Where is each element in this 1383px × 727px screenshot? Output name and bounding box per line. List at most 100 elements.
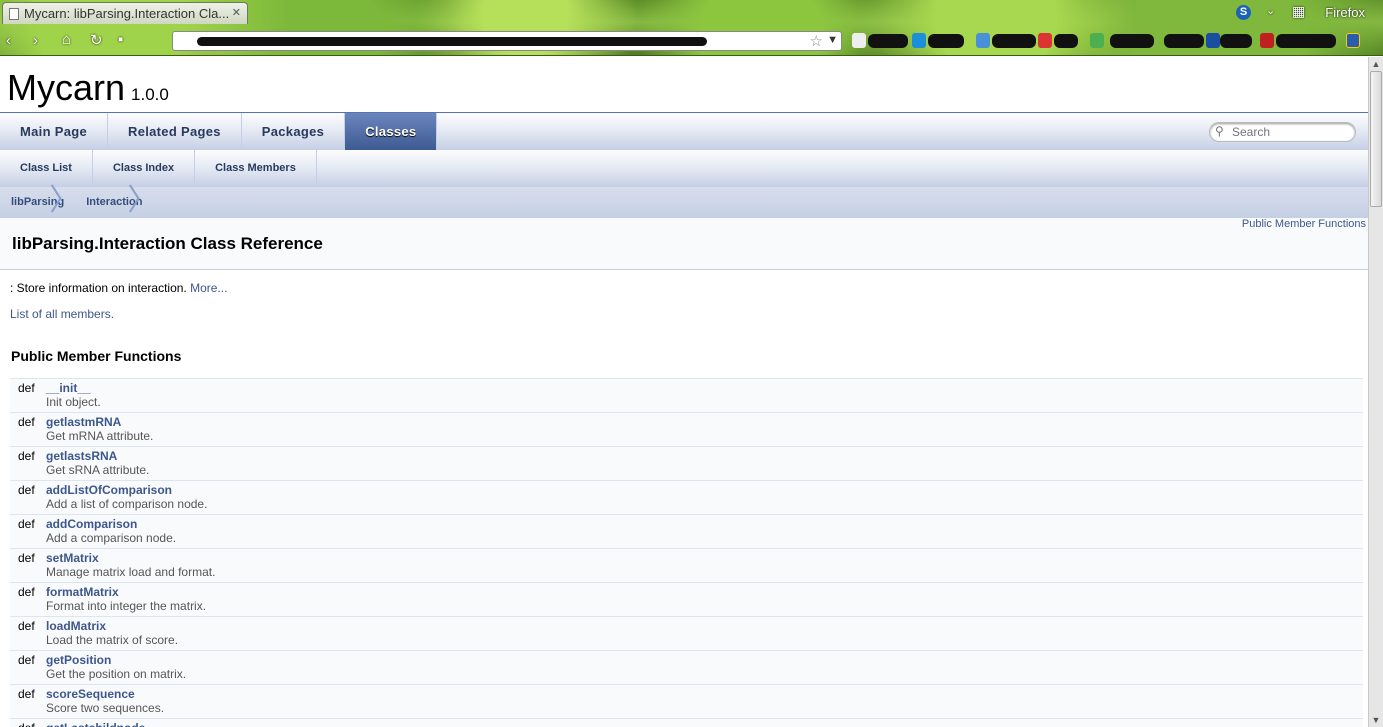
bookmark-shield-icon[interactable]: [976, 33, 990, 48]
redacted-url: [197, 37, 707, 46]
bookmark-item[interactable]: [992, 34, 1036, 48]
search-box[interactable]: ⚲: [1209, 122, 1356, 142]
contents: : Store information on interaction. More…: [0, 270, 1368, 727]
tab-related-pages[interactable]: Related Pages: [108, 113, 242, 150]
member-row: def setMatrix Manage matrix load and forma…: [10, 549, 1363, 583]
bookmark-b-icon[interactable]: [912, 33, 926, 48]
url-dropdown-icon[interactable]: ▼: [827, 34, 838, 46]
member-link[interactable]: setMatrix: [46, 551, 99, 565]
brief-text: : Store information on interaction.: [10, 281, 191, 295]
member-row: def formatMatrix Format into integer the m…: [10, 583, 1363, 617]
scroll-thumb[interactable]: [1370, 71, 1382, 207]
bookmark-extension-icon[interactable]: [1346, 33, 1360, 48]
breadcrumb: libParsing 〉 Interaction 〉: [0, 186, 1368, 218]
member-keyword: def: [18, 653, 35, 667]
summary-link[interactable]: Public Member Functions: [1242, 218, 1366, 230]
member-keyword: def: [18, 381, 35, 395]
sub-nav: Class List Class Index Class Members: [0, 150, 1368, 187]
member-keyword: def: [18, 517, 35, 531]
member-row: def getPosition Get the position on matrix…: [10, 651, 1363, 685]
member-link[interactable]: scoreSequence: [46, 687, 135, 701]
tab-class-members[interactable]: Class Members: [195, 150, 317, 187]
tab-main-page[interactable]: Main Page: [0, 113, 108, 150]
bookmark-google-icon[interactable]: [1090, 33, 1104, 48]
all-members-link[interactable]: List of all members.: [10, 307, 114, 321]
member-keyword: def: [18, 551, 35, 565]
member-link[interactable]: addComparison: [46, 517, 137, 531]
bookmark-item[interactable]: [1276, 34, 1336, 48]
search-icon[interactable]: ⚲: [1215, 124, 1224, 138]
scroll-up-icon[interactable]: ▲: [1369, 57, 1383, 71]
member-description: Add a comparison node.: [46, 531, 177, 545]
back-icon[interactable]: ‹: [6, 32, 11, 49]
member-row: def addListOfComparison Add a list of comp…: [10, 481, 1363, 515]
member-row: def getLastchildnode: [10, 719, 1363, 727]
bookmark-item[interactable]: [1110, 34, 1154, 48]
tab-class-index[interactable]: Class Index: [93, 150, 196, 187]
member-link[interactable]: formatMatrix: [46, 585, 119, 599]
section-heading: Public Member Functions: [11, 348, 182, 364]
more-link[interactable]: More...: [190, 281, 227, 295]
scroll-down-icon[interactable]: ▼: [1369, 713, 1383, 727]
member-description: Get sRNA attribute.: [46, 463, 150, 477]
skype-icon[interactable]: S: [1236, 5, 1251, 20]
scrollbar[interactable]: ▲ ▼: [1368, 57, 1383, 727]
browser-tab[interactable]: Mycarn: libParsing.Interaction Cla... ✕: [2, 2, 248, 24]
breadcrumb-item[interactable]: Interaction 〉: [75, 186, 157, 217]
window-icon[interactable]: ▦: [1292, 3, 1305, 20]
firefox-menu-button[interactable]: Firefox: [1325, 5, 1365, 20]
member-row: def addComparison Add a comparison node.: [10, 515, 1363, 549]
member-description: Add a list of comparison node.: [46, 497, 208, 511]
member-list: def __init__ Init object. def getlastmRNA Get…: [10, 378, 1363, 727]
bookmark-gf-icon[interactable]: [1038, 33, 1052, 48]
member-link[interactable]: getPosition: [46, 653, 111, 667]
member-keyword: def: [18, 483, 35, 497]
bookmark-c-icon[interactable]: [1206, 33, 1220, 48]
forward-icon[interactable]: ›: [33, 32, 38, 49]
member-keyword: def: [18, 687, 35, 701]
bookmarks-icon[interactable]: ▪: [118, 31, 123, 48]
bookmark-item[interactable]: [1164, 34, 1204, 48]
breadcrumb-item[interactable]: libParsing 〉: [0, 186, 79, 217]
bookmarks-toolbar: [852, 32, 1367, 50]
tab-classes[interactable]: Classes: [345, 113, 438, 150]
member-row: def __init__ Init object.: [10, 379, 1363, 413]
url-bar[interactable]: ☆ ▼: [172, 31, 842, 51]
member-keyword: def: [18, 619, 35, 633]
member-row: def loadMatrix Load the matrix of score.: [10, 617, 1363, 651]
member-link[interactable]: loadMatrix: [46, 619, 106, 633]
member-link[interactable]: __init__: [46, 381, 91, 395]
member-description: Get mRNA attribute.: [46, 429, 154, 443]
member-row: def getlastsRNA Get sRNA attribute.: [10, 447, 1363, 481]
tab-class-list[interactable]: Class List: [0, 150, 93, 187]
bookmark-item[interactable]: [1220, 34, 1252, 48]
home-icon[interactable]: ⌂: [62, 31, 71, 48]
bookmark-star-icon[interactable]: ☆: [810, 32, 823, 50]
member-link[interactable]: addListOfComparison: [46, 483, 172, 497]
member-row: def scoreSequence Score two sequences.: [10, 685, 1363, 719]
minimize-icon[interactable]: ⌄: [1266, 4, 1275, 17]
reload-icon[interactable]: ↻: [90, 31, 103, 49]
breadcrumb-separator-icon: 〉: [127, 184, 158, 217]
member-description: Score two sequences.: [46, 701, 165, 715]
bookmark-item[interactable]: [1054, 34, 1078, 48]
project-name: Mycarn 1.0.0: [7, 67, 169, 109]
bookmark-item[interactable]: [928, 34, 964, 48]
close-tab-icon[interactable]: ✕: [232, 6, 241, 19]
tab-packages[interactable]: Packages: [242, 113, 346, 150]
bookmark-page-icon[interactable]: [852, 33, 866, 48]
member-keyword: def: [18, 415, 35, 429]
member-keyword: def: [18, 449, 35, 463]
search-input[interactable]: [1232, 125, 1350, 139]
page-header: Public Member Functions libParsing.Inter…: [0, 218, 1368, 270]
page-icon: [9, 7, 19, 20]
main-nav: Main Page Related Pages Packages Classes…: [0, 113, 1368, 150]
tab-title: Mycarn: libParsing.Interaction Cla...: [24, 6, 230, 21]
bookmark-item[interactable]: [868, 34, 908, 48]
member-link[interactable]: getLastchildnode: [46, 721, 145, 727]
member-link[interactable]: getlastmRNA: [46, 415, 121, 429]
bookmark-red-icon[interactable]: [1260, 33, 1274, 48]
member-keyword: def: [18, 585, 35, 599]
browser-chrome: Mycarn: libParsing.Interaction Cla... ✕ …: [0, 0, 1383, 56]
member-link[interactable]: getlastsRNA: [46, 449, 117, 463]
